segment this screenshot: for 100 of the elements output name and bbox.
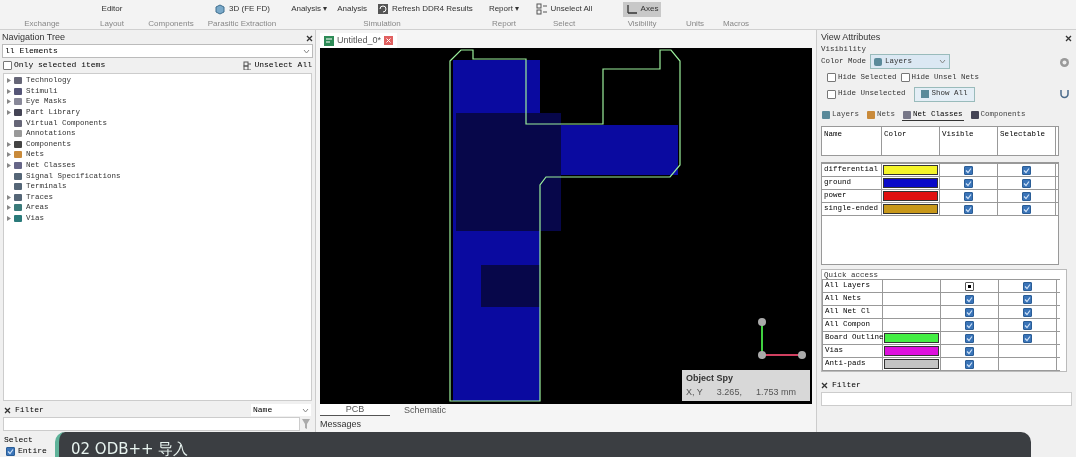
pcb-canvas[interactable]: Object Spy X, Y 3.265, 1.753 mm [320, 48, 812, 404]
filter-title: Filter [15, 404, 44, 417]
color-swatch[interactable] [883, 178, 938, 188]
checkbox[interactable] [827, 73, 836, 82]
list-icon [535, 3, 548, 15]
checkbox[interactable] [1023, 307, 1032, 317]
gear-icon [1059, 57, 1070, 68]
expand-arrow-icon[interactable] [6, 78, 11, 84]
color-swatch[interactable] [884, 346, 939, 356]
ribbon-button[interactable]: Report ▾ [485, 1, 523, 17]
checkbox[interactable] [965, 359, 974, 369]
ribbon-button[interactable]: Analysis ▾ [288, 1, 331, 17]
expand-arrow-icon[interactable] [6, 205, 11, 211]
ribbon-button[interactable]: Axes [622, 1, 662, 17]
group-label: Report [492, 18, 516, 29]
checkbox[interactable] [965, 307, 974, 317]
color-swatch[interactable] [884, 333, 939, 343]
filter-field-dropdown[interactable]: Name [251, 404, 311, 417]
tree-node-icon [13, 97, 23, 107]
coordinate-value: 1.753 mm [755, 385, 796, 399]
expand-arrow-icon[interactable] [6, 110, 11, 116]
checkbox[interactable] [965, 281, 974, 291]
filter-input[interactable] [821, 392, 1072, 406]
tab-icon [903, 110, 912, 119]
expand-arrow-icon[interactable] [6, 99, 11, 105]
group-label: Parasitic Extraction [207, 18, 277, 29]
checkbox[interactable] [964, 178, 973, 188]
close-icon[interactable] [4, 406, 11, 414]
color-swatch[interactable] [883, 204, 938, 214]
color-swatch[interactable] [884, 359, 939, 369]
filter-title: Filter [832, 379, 861, 391]
tree-node-icon [13, 129, 23, 139]
view-tab[interactable]: Schematic [390, 404, 460, 416]
axes-icon [625, 3, 638, 15]
group-label: Components [148, 18, 194, 29]
checkbox[interactable] [965, 294, 974, 304]
tree-node-icon [13, 139, 23, 149]
view-tab[interactable]: PCB [320, 404, 390, 416]
checkbox-label: Only selected items [14, 59, 106, 72]
checkbox[interactable] [1023, 320, 1032, 330]
checkbox[interactable] [1023, 294, 1032, 304]
checkbox[interactable] [965, 333, 974, 343]
close-icon[interactable] [1065, 34, 1072, 42]
document-icon [324, 35, 334, 46]
checkbox[interactable] [900, 73, 910, 82]
group-label: Visibility [627, 18, 657, 29]
scope-dropdown[interactable]: ll Elements [2, 44, 313, 58]
checkbox[interactable] [3, 60, 12, 70]
checkbox[interactable] [827, 89, 836, 99]
expand-arrow-icon[interactable] [6, 194, 11, 200]
tree-node-icon [13, 203, 23, 213]
checkbox[interactable] [1022, 204, 1031, 214]
checkbox[interactable] [964, 165, 973, 175]
magnet-icon [1059, 88, 1070, 99]
cube-icon [214, 3, 227, 15]
expand-arrow-icon[interactable] [6, 216, 11, 221]
refresh-icon [376, 3, 389, 15]
panel-title: Navigation Tree [2, 31, 66, 45]
unselect-all-button[interactable]: Unselect All [243, 59, 312, 72]
group-label: Simulation [363, 18, 401, 29]
ribbon-button[interactable]: Analysis [334, 1, 370, 17]
group-label: Macros [722, 18, 750, 29]
group-label: Layout [100, 18, 124, 29]
checkbox-label: Entire [18, 445, 47, 457]
group-label: Select [552, 18, 576, 29]
checkbox[interactable] [1023, 333, 1032, 343]
tree-node-icon [13, 182, 23, 192]
checkbox[interactable] [965, 346, 974, 356]
document-tab[interactable]: Untitled_0* [320, 33, 398, 48]
color-swatch[interactable] [883, 191, 938, 201]
checkbox[interactable] [964, 191, 973, 201]
expand-arrow-icon[interactable] [6, 88, 11, 94]
tree-node-icon [13, 214, 23, 223]
filter-input[interactable] [3, 417, 300, 431]
section-title: Select [3, 434, 34, 445]
checkbox[interactable] [1022, 191, 1031, 201]
checkbox[interactable] [1022, 165, 1031, 175]
tree-node-icon [13, 76, 23, 86]
caret-icon [939, 59, 946, 64]
tree-node-icon [13, 171, 23, 181]
close-icon[interactable] [306, 34, 313, 42]
color-swatch[interactable] [883, 165, 938, 175]
object-spy-title: Object Spy [686, 372, 734, 385]
ribbon-button[interactable]: Refresh DDR4 Results [373, 1, 476, 17]
close-icon[interactable] [821, 381, 828, 389]
expand-arrow-icon[interactable] [6, 152, 11, 158]
ribbon-button[interactable]: 3D (FE FD) [211, 1, 273, 17]
layers-icon [920, 90, 929, 98]
checkbox[interactable] [1023, 281, 1032, 291]
expand-arrow-icon[interactable] [6, 141, 11, 147]
ribbon-button[interactable]: Editor [98, 1, 126, 17]
checkbox[interactable] [965, 320, 974, 330]
ribbon-button[interactable]: Unselect All [532, 1, 596, 17]
expand-arrow-icon[interactable] [6, 163, 11, 169]
checkbox[interactable] [964, 204, 973, 214]
tree-node-icon [13, 161, 23, 171]
checkbox[interactable] [1022, 178, 1031, 188]
coordinate-value: 3.265, [716, 385, 742, 399]
tab-icon [822, 111, 830, 119]
checkbox[interactable] [6, 446, 15, 456]
